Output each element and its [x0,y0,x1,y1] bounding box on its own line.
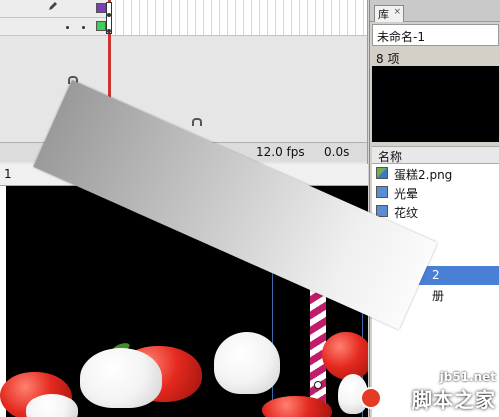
frame-grid[interactable] [108,0,367,36]
item-count: 8 项 [376,52,400,66]
layer-row[interactable] [0,0,108,18]
list-item-label: 2 [432,268,440,282]
list-item-label: 花纹 [394,206,419,220]
fps-readout[interactable]: 12.0 fps [256,145,305,159]
list-item-label: 光晕 [394,187,419,201]
list-item[interactable]: 花纹 [372,202,499,221]
layer-row[interactable] [0,18,108,36]
library-tab-label: 库 [378,8,389,21]
document-select[interactable]: 未命名-1 [372,24,499,46]
layer-color-swatch[interactable] [96,21,106,31]
visibility-dot-icon[interactable] [66,26,69,29]
transform-handle-icon[interactable] [192,118,202,126]
watermark-url: jb51.net [439,370,496,384]
library-panel: 库 × 未命名-1 8 项 名称 蛋糕2.png 光晕 花纹 2 册 [369,0,500,417]
close-icon[interactable]: × [393,7,401,17]
lock-dot-icon[interactable] [82,26,85,29]
watermark-brand: 脚本之家 [412,388,496,412]
list-item-label: 蛋糕2.png [394,168,453,182]
registration-point-icon[interactable] [314,381,322,389]
layer-color-swatch[interactable] [96,3,106,13]
list-item-label: 册 [432,289,445,303]
list-item[interactable]: 光晕 [372,183,499,202]
cream-image [214,332,280,394]
column-header-name[interactable]: 名称 [372,146,499,164]
cream-image [80,348,162,408]
time-readout: 0.0s [324,145,350,159]
library-tab-bar: 库 × [370,0,500,22]
library-tab[interactable]: 库 × [374,5,404,22]
library-preview [372,66,499,142]
strawberry-image [322,332,368,380]
keyframe-marker[interactable] [106,2,112,34]
list-item[interactable]: 蛋糕2.png [372,164,499,183]
movieclip-icon [376,186,388,198]
pencil-icon [49,2,57,10]
bitmap-icon [376,167,388,179]
watermark-logo-icon [360,387,382,409]
frame-number: 1 [4,167,12,181]
watermark: jb51.net 脚本之家 [412,370,496,413]
